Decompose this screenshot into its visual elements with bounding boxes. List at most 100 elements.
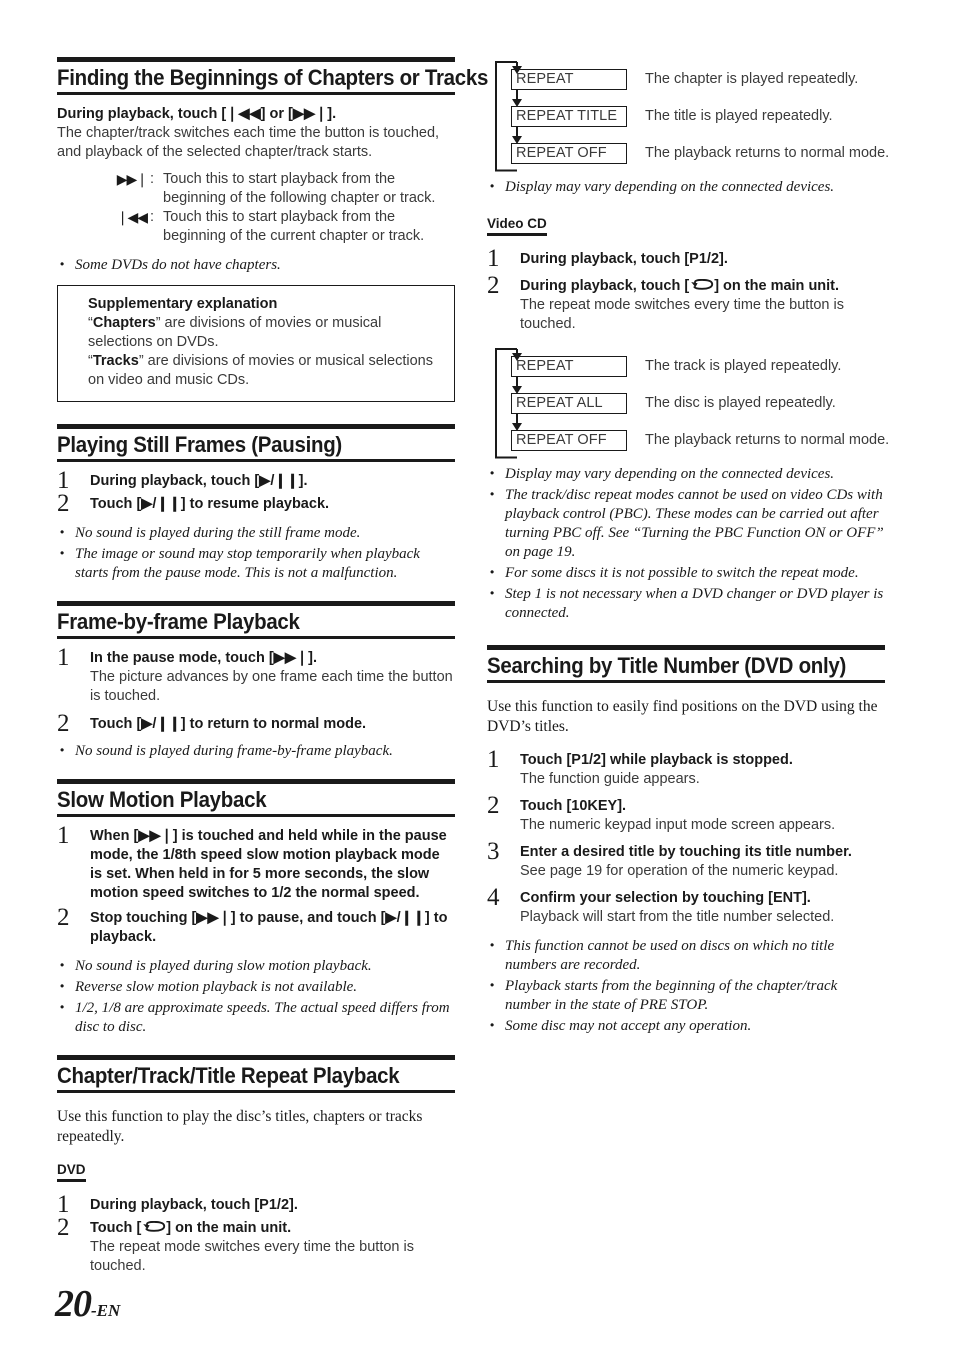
section-title: Slow Motion Playback bbox=[57, 787, 267, 812]
supplementary-explanation-box: Supplementary explanation “Chapters” are… bbox=[57, 285, 455, 402]
page-language-suffix: -EN bbox=[91, 1301, 121, 1320]
section-header-finding-beginnings: Finding the Beginnings of Chapters or Tr… bbox=[57, 57, 488, 95]
icon-definition-row: ❘◀◀ : Touch this to start playback from … bbox=[57, 208, 455, 246]
step-item: 1 During playback, touch [▶/❙❙]. bbox=[57, 468, 455, 493]
flow-description: The title is played repeatedly. bbox=[645, 108, 833, 124]
step-title: During playback, touch [P1/2]. bbox=[520, 251, 728, 267]
step-number: 2 bbox=[487, 272, 500, 299]
repeat-icon bbox=[143, 1220, 166, 1232]
flow-box-repeat-off: REPEAT OFF bbox=[511, 143, 627, 164]
step-title-post: ] on the main unit. bbox=[166, 1220, 292, 1236]
step-title-pre: Touch [ bbox=[90, 1220, 142, 1236]
flow-box-repeat: REPEAT bbox=[511, 69, 627, 90]
note-item: 1/2, 1/8 are approximate speeds. The act… bbox=[57, 998, 455, 1037]
note-list: No sound is played during slow motion pl… bbox=[57, 956, 455, 1037]
step-number: 2 bbox=[487, 792, 500, 819]
supplementary-line-tracks: “Tracks” are divisions of movies or musi… bbox=[88, 352, 442, 390]
definition-colon: : bbox=[150, 171, 155, 187]
step-number: 1 bbox=[57, 822, 70, 849]
flow-box-repeat-all: REPEAT ALL bbox=[511, 393, 627, 414]
step-item: 2 Touch [▶/❙❙] to return to normal mode. bbox=[57, 711, 455, 736]
header-rule-bottom bbox=[57, 92, 455, 95]
header-rule-bottom bbox=[57, 814, 455, 817]
section-intro: Use this function to play the disc’s tit… bbox=[57, 1108, 423, 1145]
supplementary-line-chapters: “Chapters” are divisions of movies or mu… bbox=[88, 314, 442, 352]
step-number: 2 bbox=[57, 490, 70, 517]
section-title: Playing Still Frames (Pausing) bbox=[57, 432, 342, 457]
section-title: Searching by Title Number (DVD only) bbox=[487, 653, 847, 678]
note-list: No sound is played during the still fram… bbox=[57, 523, 455, 583]
header-rule-bottom bbox=[487, 680, 885, 683]
repeat-icon bbox=[691, 278, 714, 290]
step-number: 2 bbox=[57, 904, 70, 931]
step-title: Touch [P1/2] while playback is stopped. bbox=[520, 752, 793, 768]
flow-row: REPEAT The chapter is played repeatedly. bbox=[493, 57, 885, 94]
note-list: This function cannot be used on discs on… bbox=[487, 936, 885, 1036]
note-list: Display may vary depending on the connec… bbox=[487, 464, 885, 623]
note-item: No sound is played during frame-by-frame… bbox=[57, 741, 455, 761]
sub-label-wrap: DVD bbox=[57, 1161, 455, 1182]
step-number: 4 bbox=[487, 884, 500, 911]
header-rule-top bbox=[57, 57, 455, 62]
step-title: During playback, touch [P1/2]. bbox=[90, 1197, 298, 1213]
left-column: Finding the Beginnings of Chapters or Tr… bbox=[57, 57, 488, 1276]
flow-box-repeat-title: REPEAT TITLE bbox=[511, 106, 627, 127]
step-item: 1 Touch [P1/2] while playback is stopped… bbox=[487, 747, 885, 789]
header-rule-top bbox=[57, 601, 455, 606]
step-title: Enter a desired title by touching its ti… bbox=[520, 844, 852, 860]
note-item: Display may vary depending on the connec… bbox=[487, 177, 885, 197]
manual-page: Finding the Beginnings of Chapters or Tr… bbox=[0, 0, 954, 1346]
section-header-playing-still-frames: Playing Still Frames (Pausing) bbox=[57, 424, 455, 462]
step-item: 2 Touch [10KEY]. The numeric keypad inpu… bbox=[487, 793, 885, 835]
flow-row: REPEAT The track is played repeatedly. bbox=[493, 344, 885, 381]
flow-row: REPEAT TITLE The title is played repeate… bbox=[493, 94, 885, 131]
step-title: Touch [10KEY]. bbox=[520, 798, 627, 814]
step-title: During playback, touch [] on the main un… bbox=[520, 277, 885, 296]
sub-label-dvd: DVD bbox=[57, 1162, 86, 1182]
note-item: Reverse slow motion playback is not avai… bbox=[57, 977, 455, 997]
dvd-repeat-flow-diagram: REPEAT The chapter is played repeatedly.… bbox=[487, 57, 889, 172]
page-number: 20 bbox=[55, 1283, 92, 1325]
step-title: Touch [▶/❙❙] to resume playback. bbox=[90, 496, 330, 512]
step-title-pre: During playback, touch [ bbox=[520, 278, 690, 294]
icon-definition-list: ▶▶❘ : Touch this to start playback from … bbox=[57, 170, 455, 246]
header-rule-top bbox=[57, 424, 455, 429]
lead-paragraph: During playback, touch [❘◀◀] or [▶▶❘]. bbox=[57, 106, 337, 122]
step-description: The repeat mode switches every time the … bbox=[520, 297, 844, 332]
flow-row: REPEAT OFF The playback returns to norma… bbox=[493, 131, 889, 168]
flow-description: The track is played repeatedly. bbox=[645, 358, 842, 374]
note-item: The image or sound may stop temporarily … bbox=[57, 544, 455, 583]
step-description: The repeat mode switches every time the … bbox=[90, 1239, 414, 1274]
step-item: 2 Touch [] on the main unit. The repeat … bbox=[57, 1215, 455, 1276]
icon-definition-row: ▶▶❘ : Touch this to start playback from … bbox=[57, 170, 455, 208]
definition-text: Touch this to start playback from the be… bbox=[163, 209, 425, 244]
supplementary-title: Supplementary explanation bbox=[88, 296, 278, 312]
section-header-repeat-playback: Chapter/Track/Title Repeat Playback bbox=[57, 1055, 455, 1093]
step-description: See page 19 for operation of the numeric… bbox=[520, 863, 839, 879]
step-item: 3 Enter a desired title by touching its … bbox=[487, 839, 885, 881]
step-item: 1 In the pause mode, touch [▶▶❘]. The pi… bbox=[57, 645, 455, 706]
flow-description: The chapter is played repeatedly. bbox=[645, 71, 859, 87]
note-item: Some disc may not accept any operation. bbox=[487, 1016, 885, 1036]
supplementary-line-tracks-rest: ” are divisions of movies or musical sel… bbox=[88, 353, 433, 388]
note-item: The track/disc repeat modes cannot be us… bbox=[487, 485, 885, 562]
note-item: Playback starts from the beginning of th… bbox=[487, 976, 885, 1015]
step-description: The picture advances by one frame each t… bbox=[90, 669, 453, 704]
step-title: During playback, touch [▶/❙❙]. bbox=[90, 473, 308, 489]
section-title: Frame-by-frame Playback bbox=[57, 609, 300, 634]
flow-description: The disc is played repeatedly. bbox=[645, 395, 836, 411]
previous-track-icon: ❘◀◀ bbox=[116, 209, 148, 225]
flow-box-repeat: REPEAT bbox=[511, 356, 627, 377]
header-rule-bottom bbox=[57, 636, 455, 639]
sub-label-video-cd: Video CD bbox=[487, 216, 547, 236]
step-title: Confirm your selection by touching [ENT]… bbox=[520, 890, 811, 906]
step-item: 4 Confirm your selection by touching [EN… bbox=[487, 885, 885, 927]
videocd-repeat-flow-diagram: REPEAT The track is played repeatedly. R… bbox=[487, 344, 889, 459]
step-number: 1 bbox=[487, 245, 500, 272]
term-chapters: Chapters bbox=[92, 315, 156, 331]
definition-text: Touch this to start playback from the be… bbox=[163, 171, 436, 206]
definition-colon: : bbox=[150, 209, 155, 225]
step-description: Playback will start from the title numbe… bbox=[520, 909, 835, 925]
header-rule-bottom bbox=[57, 1090, 455, 1093]
step-item: 2 During playback, touch [] on the main … bbox=[487, 273, 885, 334]
